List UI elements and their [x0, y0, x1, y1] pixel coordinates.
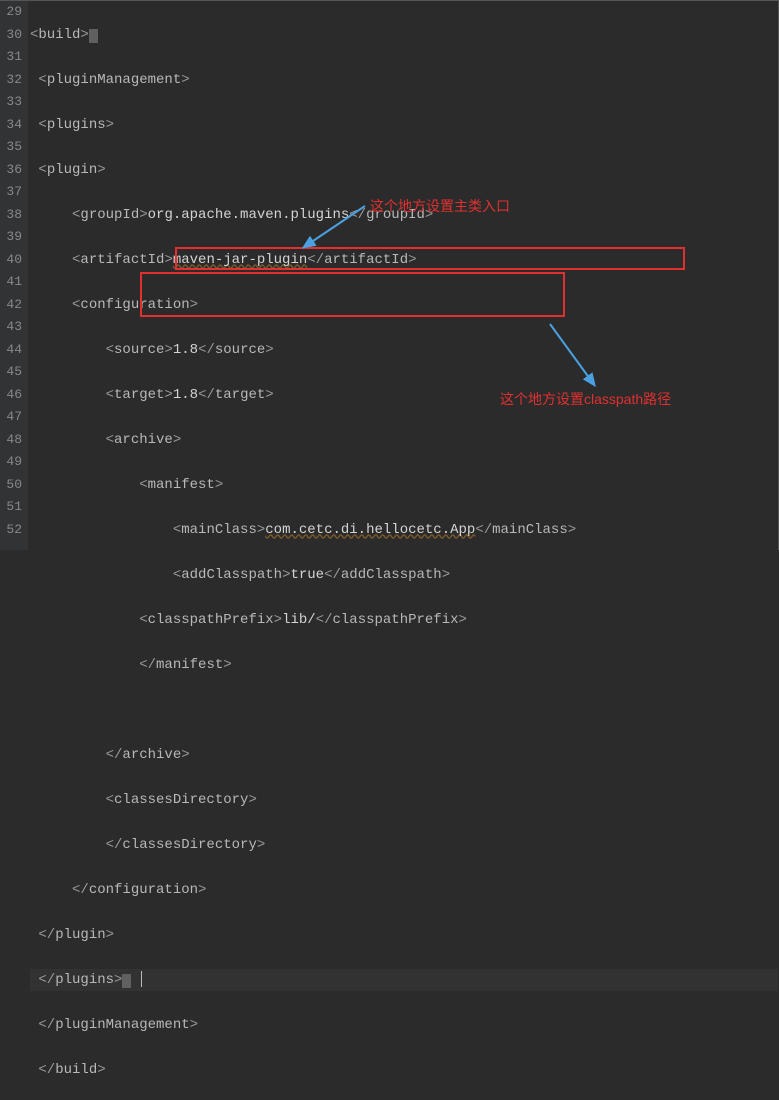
- line-number: 48: [0, 429, 22, 452]
- line-number: 50: [0, 474, 22, 497]
- code-line: <addClasspath>true</addClasspath>: [30, 564, 778, 587]
- annotation-arrow-icon: [300, 201, 370, 256]
- annotation-box-classpath: [140, 272, 565, 317]
- code-line: [30, 699, 778, 722]
- line-number: 47: [0, 406, 22, 429]
- line-number: 43: [0, 316, 22, 339]
- code-line: <manifest>: [30, 474, 778, 497]
- line-number: 40: [0, 249, 22, 272]
- code-line: <build>: [30, 24, 778, 47]
- line-number: 39: [0, 226, 22, 249]
- code-line: </archive>: [30, 744, 778, 767]
- line-number-gutter: 29 30 31 32 33 34 35 36 37 38 39 40 41 4…: [0, 1, 28, 550]
- line-number: 31: [0, 46, 22, 69]
- line-number: 42: [0, 294, 22, 317]
- code-line: </manifest>: [30, 654, 778, 677]
- annotation-arrow-icon: [540, 319, 600, 394]
- code-line: </classesDirectory>: [30, 834, 778, 857]
- code-line: <mainClass>com.cetc.di.hellocetc.App</ma…: [30, 519, 778, 542]
- code-line: <plugin>: [30, 159, 778, 182]
- line-number: 52: [0, 519, 22, 542]
- code-line: </build>: [30, 1059, 778, 1082]
- annotation-text-mainclass: 这个地方设置主类入口: [370, 196, 510, 216]
- code-line: <pluginManagement>: [30, 69, 778, 92]
- annotation-box-mainclass: [175, 247, 685, 270]
- line-number: 38: [0, 204, 22, 227]
- code-line: </pluginManagement>: [30, 1014, 778, 1037]
- line-number: 29: [0, 1, 22, 24]
- line-number: 35: [0, 136, 22, 159]
- line-number: 49: [0, 451, 22, 474]
- text-cursor-icon: [141, 971, 142, 987]
- line-number: 51: [0, 496, 22, 519]
- line-number: 34: [0, 114, 22, 137]
- line-number: 37: [0, 181, 22, 204]
- code-line: <classpathPrefix>lib/</classpathPrefix>: [30, 609, 778, 632]
- line-number: 41: [0, 271, 22, 294]
- line-number: 30: [0, 24, 22, 47]
- code-line: </plugin>: [30, 924, 778, 947]
- code-line-current: </plugins>: [30, 969, 778, 992]
- code-line: </configuration>: [30, 879, 778, 902]
- code-line: <classesDirectory>: [30, 789, 778, 812]
- line-number: 32: [0, 69, 22, 92]
- code-line: <archive>: [30, 429, 778, 452]
- line-number: 33: [0, 91, 22, 114]
- line-number: 36: [0, 159, 22, 182]
- line-number: 45: [0, 361, 22, 384]
- line-number: 46: [0, 384, 22, 407]
- line-number: 44: [0, 339, 22, 362]
- code-line: <source>1.8</source>: [30, 339, 778, 362]
- code-line: <plugins>: [30, 114, 778, 137]
